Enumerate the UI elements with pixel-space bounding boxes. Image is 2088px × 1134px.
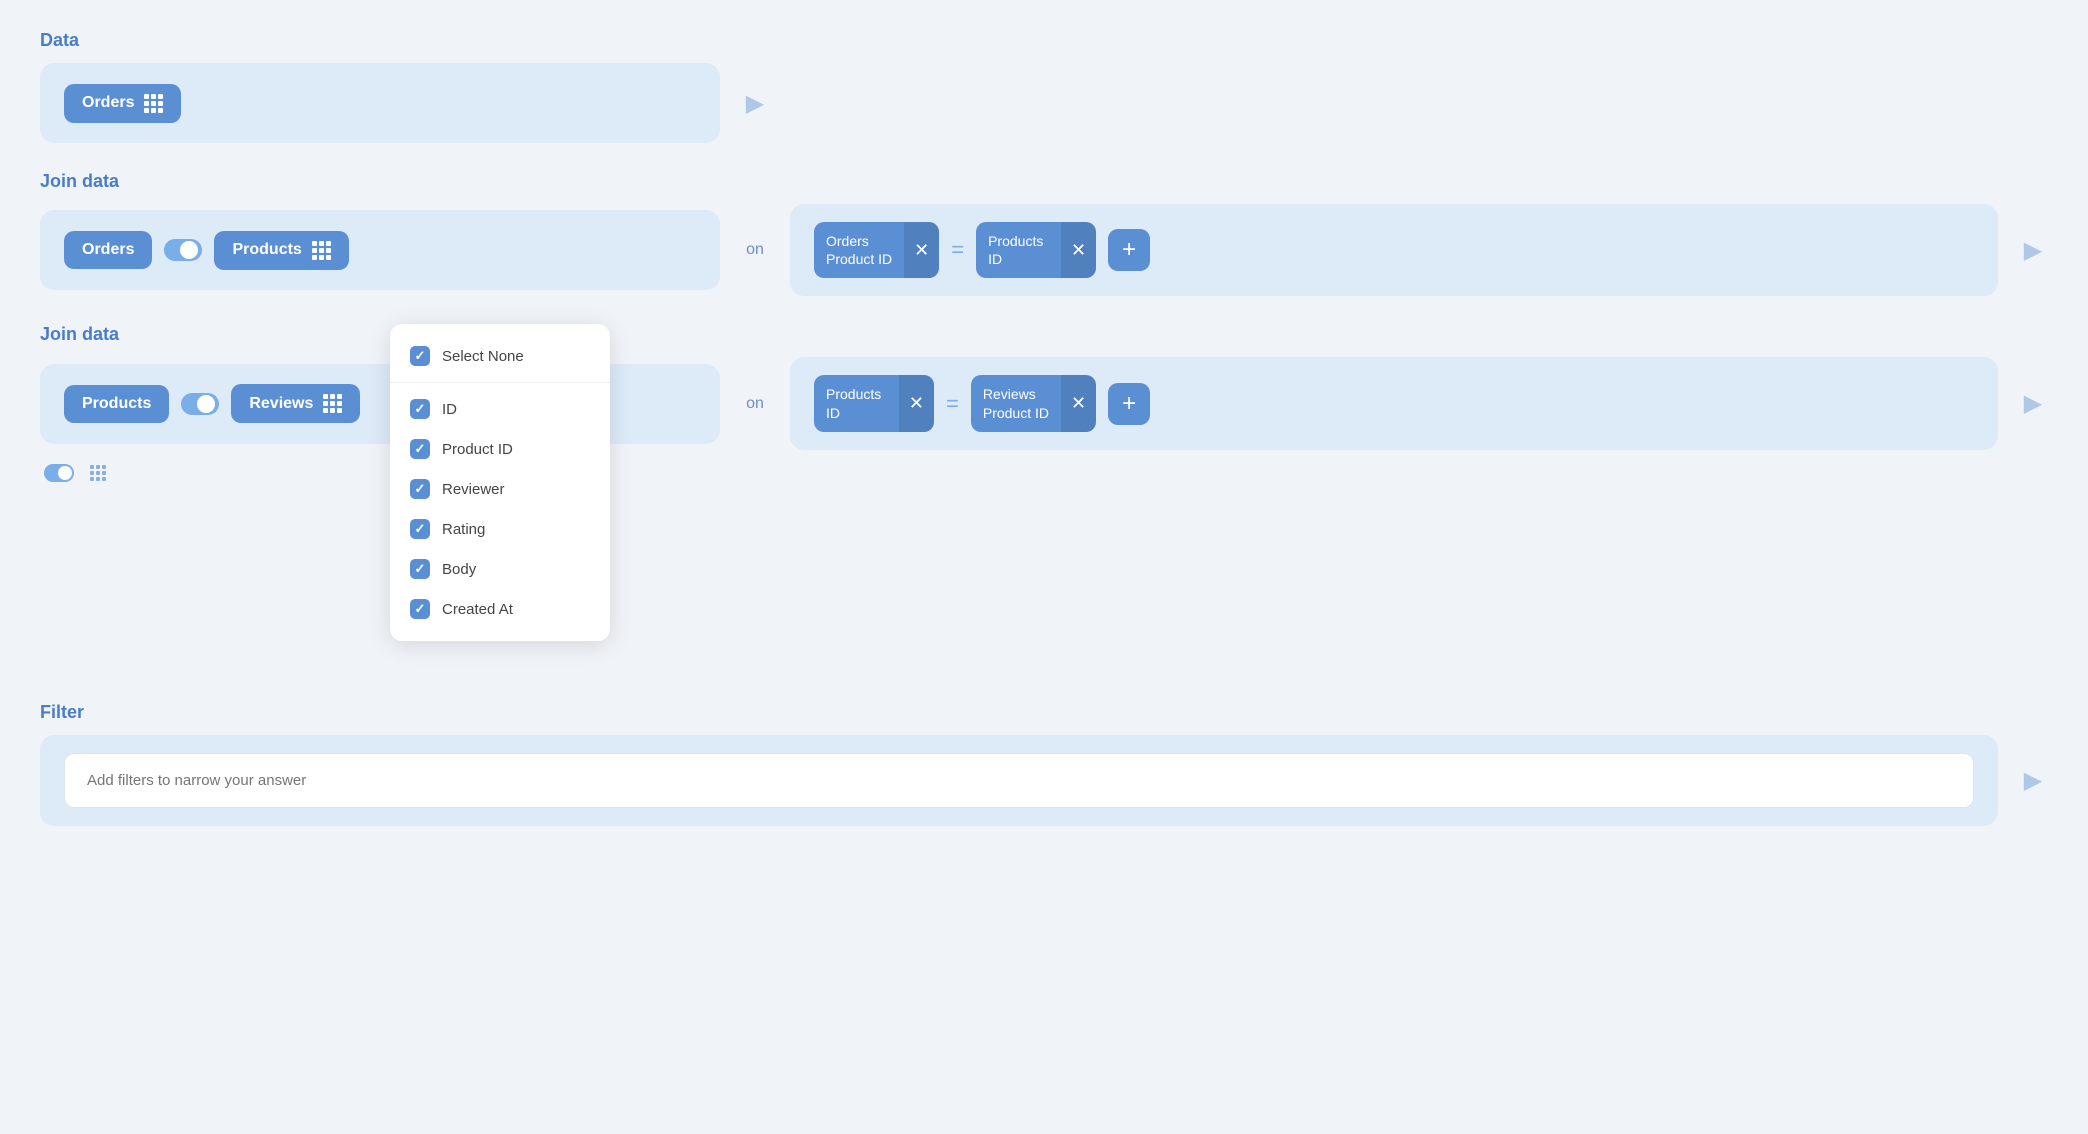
join1-right-sub: Products: [988, 232, 1049, 250]
join2-add-condition[interactable]: +: [1108, 383, 1150, 425]
created-at-checkbox: [410, 599, 430, 619]
join1-add-condition[interactable]: +: [1108, 229, 1150, 271]
filter-label: Filter: [40, 702, 2048, 723]
filter-arrow-button[interactable]: ▶: [2018, 766, 2048, 795]
dropdown-item-product-id[interactable]: Product ID: [390, 429, 610, 469]
join-data-1-section: Join data Orders Products on Orders Prod: [40, 171, 2048, 296]
join2-grid-icon: [323, 394, 342, 413]
join-data-1-label: Join data: [40, 171, 2048, 192]
join1-right-main: ID: [988, 250, 1049, 268]
filter-row: ▶: [40, 735, 2048, 826]
join1-right-condition-text: Products ID: [976, 222, 1061, 278]
select-none-label: Select None: [442, 348, 524, 365]
product-id-label: Product ID: [442, 441, 513, 458]
join1-left-main: Product ID: [826, 250, 892, 268]
small-toggle-icon[interactable]: [44, 464, 74, 482]
join1-right-condition[interactable]: Products ID ✕: [976, 222, 1096, 278]
rating-label: Rating: [442, 521, 485, 538]
join2-arrow-button[interactable]: ▶: [2018, 389, 2048, 418]
reviewer-label: Reviewer: [442, 481, 505, 498]
join1-products-chip[interactable]: Products: [214, 231, 348, 270]
join2-left-main: ID: [826, 404, 887, 422]
join2-right-remove[interactable]: ✕: [1061, 375, 1096, 431]
data-arrow-button[interactable]: ▶: [740, 89, 770, 118]
data-row: Orders ▶: [40, 63, 2048, 143]
orders-chip-label: Orders: [82, 94, 134, 112]
join2-right-condition[interactable]: Reviews Product ID ✕: [971, 375, 1096, 431]
join1-left-condition[interactable]: Orders Product ID ✕: [814, 222, 939, 278]
join1-orders-label: Orders: [82, 241, 134, 259]
small-grid-icon[interactable]: [90, 465, 106, 481]
dropdown-item-reviewer[interactable]: Reviewer: [390, 469, 610, 509]
join1-grid-icon: [312, 241, 331, 260]
data-section-label: Data: [40, 30, 2048, 51]
join1-on-label: on: [740, 241, 770, 259]
join2-products-label: Products: [82, 395, 151, 413]
filter-section: Filter ▶: [40, 702, 2048, 826]
join-data-1-card: Orders Products: [40, 210, 720, 290]
body-checkbox: [410, 559, 430, 579]
join2-toggle[interactable]: [181, 393, 219, 415]
data-card: Orders: [40, 63, 720, 143]
join-data-2-card: Products Reviews: [40, 364, 720, 444]
dropdown-divider: [390, 382, 610, 383]
column-select-dropdown: Select None ID Product ID Reviewer Ratin…: [390, 324, 610, 641]
join1-products-label: Products: [232, 241, 301, 259]
id-label: ID: [442, 401, 457, 418]
join2-right-condition-text: Reviews Product ID: [971, 375, 1061, 431]
dropdown-item-rating[interactable]: Rating: [390, 509, 610, 549]
join2-left-sub: Products: [826, 385, 887, 403]
body-label: Body: [442, 561, 476, 578]
orders-chip[interactable]: Orders: [64, 84, 181, 123]
join1-toggle[interactable]: [164, 239, 202, 261]
join2-right-main: Product ID: [983, 404, 1049, 422]
join2-on-label: on: [740, 395, 770, 413]
join1-arrow-button[interactable]: ▶: [2018, 236, 2048, 265]
id-checkbox: [410, 399, 430, 419]
data-section: Data Orders ▶: [40, 30, 2048, 143]
filter-input[interactable]: [64, 753, 1974, 808]
dropdown-item-body[interactable]: Body: [390, 549, 610, 589]
join1-equals: =: [951, 237, 964, 263]
join1-left-remove[interactable]: ✕: [904, 222, 939, 278]
join2-condition-card: Products ID ✕ = Reviews Product ID ✕ +: [790, 357, 1998, 449]
join2-equals: =: [946, 391, 959, 417]
reviewer-checkbox: [410, 479, 430, 499]
join2-products-chip[interactable]: Products: [64, 385, 169, 423]
join2-right-sub: Reviews: [983, 385, 1049, 403]
join2-left-condition[interactable]: Products ID ✕: [814, 375, 934, 431]
dropdown-item-id[interactable]: ID: [390, 389, 610, 429]
created-at-label: Created At: [442, 601, 513, 618]
dropdown-item-created-at[interactable]: Created At: [390, 589, 610, 629]
small-icons-row: [40, 464, 2048, 482]
grid-icon: [144, 94, 163, 113]
join-data-1-row: Orders Products on Orders Product ID ✕: [40, 204, 2048, 296]
join2-reviews-chip[interactable]: Reviews: [231, 384, 360, 423]
join1-left-sub: Orders: [826, 232, 892, 250]
product-id-checkbox: [410, 439, 430, 459]
join-data-2-section: Join data Products Reviews on Products I: [40, 324, 2048, 481]
join1-condition-card: Orders Product ID ✕ = Products ID ✕ +: [790, 204, 1998, 296]
rating-checkbox: [410, 519, 430, 539]
join1-orders-chip[interactable]: Orders: [64, 231, 152, 269]
dropdown-select-none[interactable]: Select None: [390, 336, 610, 376]
join2-reviews-label: Reviews: [249, 395, 313, 413]
join1-left-condition-text: Orders Product ID: [814, 222, 904, 278]
join2-left-condition-text: Products ID: [814, 375, 899, 431]
join-data-2-label: Join data: [40, 324, 2048, 345]
select-none-checkbox: [410, 346, 430, 366]
join-data-2-row: Products Reviews on Products ID ✕: [40, 357, 2048, 449]
join1-right-remove[interactable]: ✕: [1061, 222, 1096, 278]
join2-left-remove[interactable]: ✕: [899, 375, 934, 431]
